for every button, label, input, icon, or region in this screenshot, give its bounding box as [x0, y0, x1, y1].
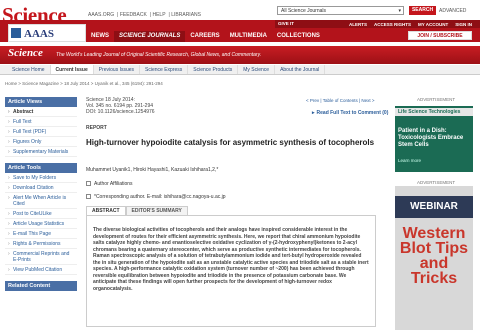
top-links: AAAS.ORG | FEEDBACK | HELP | LIBRARIANS: [88, 12, 201, 18]
breadcrumb[interactable]: Home > Science Magazine > 18 July 2014 >…: [5, 81, 163, 86]
article-title: High-turnover hypoiodite catalysis for a…: [86, 138, 375, 147]
left-sidebar: Article Views Abstract Full Text Full Te…: [5, 97, 77, 291]
advertisement-webinar[interactable]: WEBINAR Western Blot Tips and Tricks: [395, 186, 473, 330]
tool-citeulike[interactable]: Post to CiteULike: [5, 209, 77, 219]
search-button[interactable]: SEARCH: [409, 6, 436, 15]
tool-pubmed[interactable]: View PubMed Citation: [5, 265, 77, 275]
banner-brand[interactable]: Science: [8, 47, 43, 59]
abstract-text: The diverse biological activities of toc…: [86, 215, 376, 327]
article-type: REPORT: [86, 125, 107, 131]
journal-subnav: Science Home Current Issue Previous Issu…: [0, 65, 480, 75]
tab-abstract[interactable]: ABSTRACT: [86, 206, 126, 215]
article-tools-header: Article Tools: [5, 163, 77, 173]
nav-science-journals[interactable]: SCIENCE JOURNALS: [114, 31, 186, 42]
search-scope-select[interactable]: All Science Journals ▾: [277, 6, 404, 15]
nav-multimedia[interactable]: MULTIMEDIA: [225, 31, 272, 42]
prev-next-nav[interactable]: < Prev | Table of Contents | Next >: [306, 98, 375, 103]
tool-alert-cited[interactable]: Alert Me When Article is Cited: [5, 193, 77, 209]
author-affiliations-toggle[interactable]: Author Affiliations: [86, 181, 133, 187]
tool-download-citation[interactable]: Download Citation: [5, 183, 77, 193]
my-account-link[interactable]: MY ACCOUNT: [418, 22, 448, 27]
tab-science-express[interactable]: Science Express: [140, 65, 189, 74]
main-nav: NEWS SCIENCE JOURNALS CAREERS MULTIMEDIA…: [86, 31, 325, 42]
tool-reprints[interactable]: Commercial Reprints and E-Prints: [5, 249, 77, 265]
article-views-header: Article Views: [5, 97, 77, 107]
link-help[interactable]: HELP: [152, 12, 165, 18]
corresponding-author: *Corresponding author. E-mail: ishihara@…: [86, 194, 226, 200]
tool-save-folders[interactable]: Save to My Folders: [5, 173, 77, 183]
tab-previous-issues[interactable]: Previous Issues: [94, 65, 141, 74]
view-full-text-pdf[interactable]: Full Text (PDF): [5, 127, 77, 137]
link-aaas[interactable]: AAAS.ORG: [88, 12, 114, 18]
view-full-text[interactable]: Full Text: [5, 117, 77, 127]
author-list[interactable]: Muhammet Uyanik1, Hiroki Hayashi1, Kazua…: [86, 167, 218, 173]
webinar-title: Western Blot Tips and Tricks: [399, 225, 469, 287]
tab-editors-summary[interactable]: EDITOR'S SUMMARY: [125, 206, 188, 215]
ad-headline: Patient in a Dish: Toxicologists Embrace…: [398, 128, 464, 148]
advanced-search-link[interactable]: ADVANCED: [439, 8, 466, 14]
tab-current-issue[interactable]: Current Issue: [50, 65, 94, 74]
ad-label-2: ADVERTISEMENT: [417, 180, 456, 185]
tool-rights[interactable]: Rights & Permissions: [5, 239, 77, 249]
access-rights-link[interactable]: ACCESS RIGHTS: [374, 22, 411, 27]
view-supplementary[interactable]: Supplementary Materials: [5, 147, 77, 157]
advertisement-stem-cells[interactable]: Life Science Technologies Patient in a D…: [395, 106, 473, 172]
link-feedback[interactable]: FEEDBACK: [120, 12, 147, 18]
tab-my-science[interactable]: My Science: [238, 65, 276, 74]
expand-icon: [86, 181, 91, 187]
utility-bar: GIVE IT ALERTS ACCESS RIGHTS MY ACCOUNT …: [275, 20, 480, 28]
alerts-link[interactable]: ALERTS: [349, 22, 367, 27]
tool-email-page[interactable]: E-mail This Page: [5, 229, 77, 239]
abstract-tabs: ABSTRACT EDITOR'S SUMMARY: [86, 206, 188, 215]
aaas-emblem-icon: [11, 28, 21, 38]
tab-about-journal[interactable]: About the Journal: [275, 65, 326, 74]
ad-label-1: ADVERTISEMENT: [417, 97, 456, 102]
envelope-icon: [86, 194, 91, 200]
view-figures-only[interactable]: Figures Only: [5, 137, 77, 147]
give-link[interactable]: GIVE IT: [278, 21, 294, 26]
nav-careers[interactable]: CAREERS: [185, 31, 224, 42]
webinar-heading: WEBINAR: [395, 196, 473, 218]
related-content-header: Related Content: [5, 281, 77, 291]
tab-science-products[interactable]: Science Products: [188, 65, 239, 74]
ad-section-title: Life Science Technologies: [395, 108, 473, 116]
ad-cta[interactable]: Learn more: [398, 158, 421, 163]
nav-news[interactable]: NEWS: [86, 31, 114, 42]
read-full-text-link[interactable]: Read Full Text to Comment (0): [312, 110, 389, 116]
join-subscribe-button[interactable]: JOIN / SUBSCRIBE: [408, 31, 472, 40]
tab-science-home[interactable]: Science Home: [7, 65, 51, 74]
view-abstract[interactable]: Abstract: [5, 107, 77, 117]
chevron-down-icon: ▾: [398, 8, 401, 14]
banner-tagline: The World's Leading Journal of Original …: [56, 52, 262, 58]
article-meta: Science 18 July 2014: Vol. 345 no. 6194 …: [86, 97, 155, 115]
sign-in-link[interactable]: SIGN IN: [455, 22, 472, 27]
link-librarians[interactable]: LIBRARIANS: [171, 12, 201, 18]
aaas-logo[interactable]: AAAS: [8, 24, 86, 42]
nav-collections[interactable]: COLLECTIONS: [272, 31, 325, 42]
tool-usage-stats[interactable]: Article Usage Statistics: [5, 219, 77, 229]
doi[interactable]: DOI: 10.1126/science.1254976: [86, 109, 155, 115]
